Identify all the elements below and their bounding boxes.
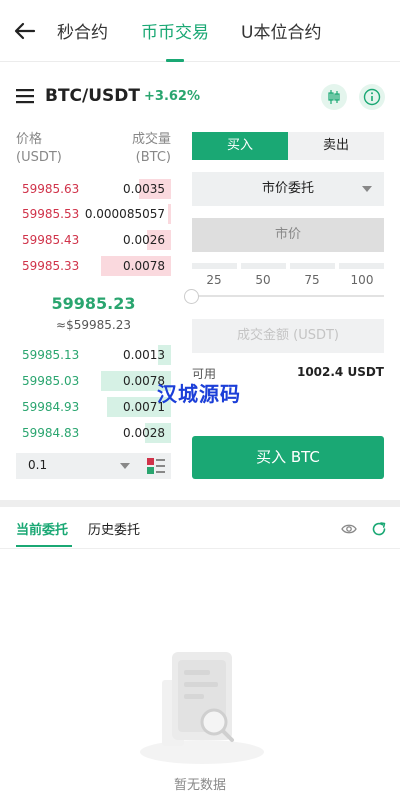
eye-icon[interactable] [341,522,357,536]
available-value: 1002.4 USDT [296,365,384,379]
tab-usdt-perpetual[interactable]: U本位合约 [241,18,321,43]
buy-tab[interactable]: 买入 [192,132,288,160]
bid-price: 59984.93 [22,400,80,414]
chevron-down-icon [120,463,130,469]
bid-price: 59985.03 [22,374,80,388]
tab-order-history[interactable]: 历史委托 [88,519,140,538]
tab-current-orders[interactable]: 当前委托 [16,519,68,538]
empty-state-text: 暂无数据 [173,778,226,793]
price-input: 市价 [192,218,384,252]
pair-name[interactable]: BTC/USDT [45,86,140,106]
price-header-unit: (USDT) [16,150,62,165]
depth-step-value: 0.1 [28,458,48,472]
amount-slider[interactable] [192,295,384,297]
ask-row[interactable]: 59985.63 0.0035 [16,179,171,199]
order-type-select[interactable]: 市价委托 [192,172,384,206]
sell-tab[interactable]: 卖出 [288,132,384,160]
percent-label-50[interactable]: 50 [243,273,283,287]
orders-tab-indicator [16,545,72,547]
bid-row[interactable]: 59985.03 0.0078 [16,371,171,391]
amount-input[interactable]: 成交金额 (USDT) [192,319,384,353]
ask-price: 59985.53 [22,207,80,221]
divider [0,548,400,549]
ask-qty: 0.0035 [123,182,165,196]
bid-row[interactable]: 59985.13 0.0013 [16,345,171,365]
bid-price: 59985.13 [22,348,80,362]
section-divider [0,500,400,507]
price-header-label: 价格 [16,132,43,147]
ask-qty: 0.0078 [123,259,165,273]
refresh-icon[interactable] [371,521,387,537]
order-type-value: 市价委托 [261,181,314,196]
percent-label-75[interactable]: 75 [292,273,332,287]
price-change: +3.62% [144,89,200,104]
ask-row[interactable]: 59985.53 0.000085057 [16,204,171,224]
ask-row[interactable]: 59985.33 0.0078 [16,256,171,276]
qty-header: 成交量 (BTC) [121,131,171,167]
back-arrow-icon[interactable] [12,18,38,44]
tab-seconds-contract[interactable]: 秒合约 [57,18,108,43]
price-header: 价格 (USDT) [16,131,62,167]
percent-label-25[interactable]: 25 [194,273,234,287]
percent-bar-25[interactable] [192,263,237,269]
ask-price: 59985.63 [22,182,80,196]
bid-row[interactable]: 59984.83 0.0028 [16,423,171,443]
ask-qty: 0.000085057 [84,207,165,221]
empty-state-illustration [140,652,264,764]
kline-button[interactable] [321,84,347,110]
watermark: 汉城源码 [157,382,241,406]
bid-row[interactable]: 59984.93 0.0071 [16,397,171,417]
slider-handle[interactable] [184,289,199,304]
ask-depth-bar [168,204,171,224]
ask-row[interactable]: 59985.43 0.0026 [16,230,171,250]
last-price: 59985.23 [51,294,136,313]
candlestick-icon [328,90,340,104]
percent-bar-50[interactable] [241,263,286,269]
bid-qty: 0.0028 [123,426,165,440]
percent-bar-100[interactable] [339,263,384,269]
menu-icon[interactable] [16,88,34,104]
top-nav: 秒合约 币币交易 U本位合约 [0,0,400,62]
info-icon [363,88,381,106]
orderbook-mode-icon[interactable] [147,458,165,474]
tab-spot-trading[interactable]: 币币交易 [141,18,209,43]
percent-bar-75[interactable] [290,263,335,269]
info-button[interactable] [359,84,385,110]
qty-header-unit: (BTC) [135,150,171,165]
ask-price: 59985.43 [22,233,80,247]
active-tab-indicator [166,59,184,62]
percent-label-100[interactable]: 100 [342,273,382,287]
depth-step-select[interactable]: 0.1 [16,453,171,479]
bid-price: 59984.83 [22,426,80,440]
ask-qty: 0.0026 [123,233,165,247]
ask-price: 59985.33 [22,259,80,273]
pair-header: BTC/USDT +3.62% [0,78,400,118]
bid-qty: 0.0013 [123,348,165,362]
side-tabs: 买入 卖出 [192,132,384,160]
last-price-usd: ≈$59985.23 [56,318,131,332]
qty-header-label: 成交量 [131,132,171,147]
buy-submit-button[interactable]: 买入 BTC [192,436,384,479]
chevron-down-icon [362,186,372,192]
